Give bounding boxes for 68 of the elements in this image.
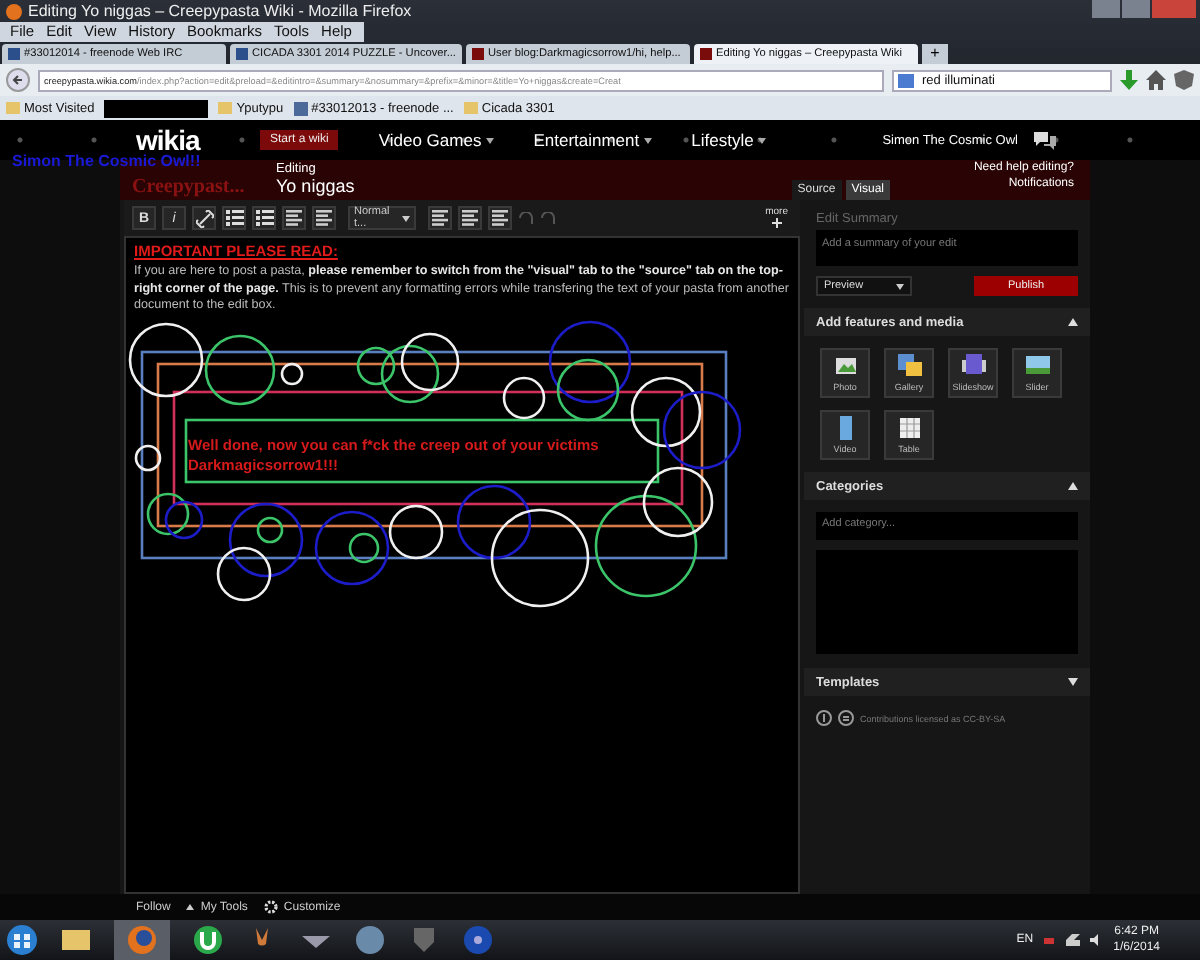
caret-icon [186,904,195,910]
attribution-icon [816,710,832,726]
page-title: Yo niggas [276,177,355,196]
wikia-logo[interactable]: wikia [136,129,260,151]
plus-icon [771,218,782,228]
page-icon [293,101,308,115]
photo-icon [833,354,857,378]
nav-menu-link[interactable]: Lifestyle [691,130,754,150]
start-orb-icon[interactable] [6,924,38,956]
caret-icon [757,137,766,143]
window-title: Editing Yo niggas – Creepypasta Wiki - Mozilla Firefox [28,2,412,20]
torrent-icon[interactable] [192,924,224,956]
favicon-icon [236,48,248,60]
editor-area[interactable] [124,236,800,894]
folder-icon[interactable] [60,924,92,956]
search-engine-icon [898,73,914,87]
numbered-list-icon [255,210,273,226]
speaker-icon [1089,934,1104,946]
disc-icon[interactable] [462,924,494,956]
outdent-button[interactable] [312,206,336,230]
shield-icon[interactable] [408,924,440,956]
slideshow-icon [961,354,985,378]
outdent-icon [316,210,332,226]
caret-icon [896,283,904,289]
align-right-button[interactable] [488,206,512,230]
align-center-icon [462,210,478,226]
indent-button[interactable] [282,206,306,230]
shield-icon [1174,70,1194,90]
taskbar-button[interactable] [114,920,170,960]
user-name-overlay: Simon The Cosmic Owl!! [12,152,201,170]
caret-icon [402,215,410,221]
browser-logo-icon [6,3,22,19]
folder-icon [218,102,233,114]
gallery-icon [897,354,921,378]
redo-icon [540,212,556,224]
download-icon [1120,70,1138,90]
undo-icon [518,212,534,224]
favicon-icon [471,48,484,60]
browser-icon[interactable] [126,924,158,956]
nav-menu-link[interactable]: Entertainment [533,130,640,150]
chat-icon [1034,131,1056,149]
new-tab-button[interactable]: + [921,44,948,64]
folder-icon [463,102,478,114]
bullet-list-icon [225,210,243,226]
indent-icon [286,210,302,226]
align-right-icon [492,210,508,226]
caret-icon [643,137,652,143]
link-icon [195,209,213,227]
align-center-button[interactable] [458,206,482,230]
numbered-list-button[interactable] [252,206,276,230]
slider-icon [1025,354,1049,378]
align-left-button[interactable] [428,206,452,230]
table-icon [897,416,921,440]
flag-icon [1043,934,1056,946]
gear-icon [263,900,278,914]
network-icon [1065,934,1080,946]
bullet-list-button[interactable] [222,206,246,230]
favicon-icon [8,48,20,60]
caret-icon [485,137,494,143]
home-icon [1146,70,1166,90]
round-app-icon[interactable] [354,924,386,956]
back-icon [6,68,30,92]
favicon-icon [699,48,712,60]
align-left-icon [432,210,448,226]
star-folder-icon [6,102,20,114]
nav-menu-link[interactable]: Video Games [378,130,482,150]
link-button[interactable] [192,206,216,230]
share-alike-icon [838,710,854,726]
